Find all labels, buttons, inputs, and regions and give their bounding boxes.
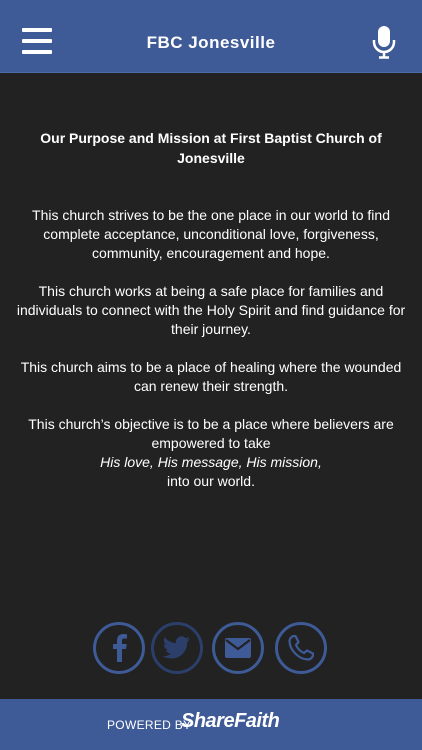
mission-paragraph-2: This church works at being a safe place …	[16, 283, 406, 337]
app-title: FBC Jonesville	[146, 33, 276, 52]
page-heading: Our Purpose and Mission at First Baptist…	[40, 130, 382, 166]
sharefaith-logo[interactable]: ShareFaith	[181, 710, 280, 733]
social-links	[0, 622, 422, 674]
powered-by-label: POWERED BY	[107, 718, 192, 732]
facebook-icon[interactable]	[93, 622, 145, 674]
twitter-icon[interactable]	[151, 622, 203, 674]
top-app-bar: FBC Jonesville	[0, 0, 422, 73]
mission-paragraph-3: This church aims to be a place of healin…	[20, 359, 402, 394]
paragraph-4-line-3: into our world.	[167, 473, 255, 489]
mission-paragraph-1: This church strives to be the one place …	[32, 207, 390, 261]
mission-content: Our Purpose and Mission at First Baptist…	[14, 128, 408, 510]
email-icon[interactable]	[212, 622, 264, 674]
paragraph-4-line-2: His love, His message, His mission,	[100, 454, 322, 470]
footer: POWERED BY ShareFaith	[0, 699, 422, 750]
microphone-icon[interactable]	[371, 25, 397, 59]
paragraph-4-line-1: This church’s objective is to be a place…	[28, 416, 394, 451]
mission-paragraph-4: This church’s objective is to be a place…	[14, 415, 408, 491]
phone-icon[interactable]	[275, 622, 327, 674]
